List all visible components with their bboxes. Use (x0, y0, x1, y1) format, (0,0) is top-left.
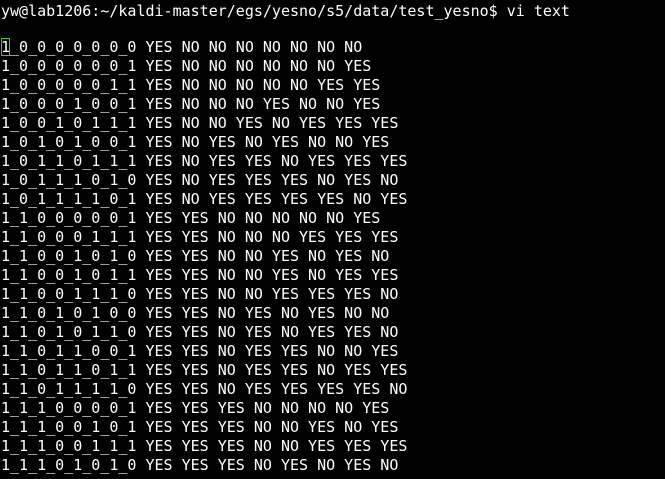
buffer-line: 1_1_0_0_1_0_1_1 YES YES NO NO YES NO YES… (1, 266, 399, 284)
buffer-line: 1_0_1_0_1_0_0_1 YES NO YES NO YES NO NO … (1, 133, 390, 151)
buffer-line: 1_1_1_0_0_1_0_1 YES YES YES NO NO YES NO… (1, 418, 399, 436)
buffer-line: 1_1_1_0_1_0_1_0 YES YES YES NO YES NO YE… (1, 456, 399, 474)
buffer-line: 1_1_0_0_1_0_1_0 YES YES NO NO YES NO YES… (1, 247, 390, 265)
buffer-line: 1_0_0_0_0_0_1_1 YES NO NO NO NO NO YES Y… (1, 76, 381, 94)
vi-buffer[interactable]: 1_0_0_0_0_0_0_0 YES NO NO NO NO NO NO NO… (1, 38, 407, 475)
buffer-line: 1_1_0_1_1_1_1_0 YES YES NO YES YES YES Y… (1, 380, 408, 398)
buffer-line: 1_1_0_1_1_0_1_1 YES YES NO YES YES NO YE… (1, 361, 408, 379)
buffer-line: 1_1_1_0_0_1_1_1 YES YES YES NO NO YES YE… (1, 437, 408, 455)
buffer-line-text: _0_0_0_0_0_0_0 YES NO NO NO NO NO NO NO (10, 38, 363, 56)
cursor: 1 (1, 38, 11, 56)
buffer-line: 1_0_1_1_1_1_0_1 YES NO YES YES YES YES N… (1, 190, 408, 208)
buffer-line: 1_0_0_0_0_0_0_0 YES NO NO NO NO NO NO NO (1, 38, 407, 57)
buffer-line: 1_0_1_1_1_0_1_0 YES NO YES YES YES NO YE… (1, 171, 399, 189)
buffer-line: 1_1_0_1_0_1_0_0 YES YES NO YES NO YES NO… (1, 304, 390, 322)
buffer-line: 1_0_0_0_1_0_0_1 YES NO NO NO YES NO NO Y… (1, 95, 381, 113)
buffer-line: 1_1_0_0_1_1_1_0 YES YES NO NO YES YES YE… (1, 285, 399, 303)
buffer-line: 1_1_0_0_0_1_1_1 YES YES NO NO NO YES YES… (1, 228, 399, 246)
shell-prompt-command: yw@lab1206:~/kaldi-master/egs/yesno/s5/d… (1, 2, 570, 20)
buffer-line: 1_1_0_1_1_0_0_1 YES YES NO YES YES NO NO… (1, 342, 399, 360)
buffer-line: 1_1_1_0_0_0_0_1 YES YES YES NO NO NO NO … (1, 399, 390, 417)
buffer-line: 1_0_0_1_0_1_1_1 YES NO NO YES NO YES YES… (1, 114, 399, 132)
buffer-line: 1_1_0_1_0_1_1_0 YES YES NO YES NO YES YE… (1, 323, 399, 341)
buffer-line: 1_0_0_0_0_0_0_1 YES NO NO NO NO NO NO YE… (1, 57, 372, 75)
buffer-line: 1_1_0_0_0_0_0_1 YES YES NO NO NO NO NO Y… (1, 209, 381, 227)
buffer-line: 1_0_1_1_0_1_1_1 YES NO YES YES NO YES YE… (1, 152, 408, 170)
terminal-window[interactable]: yw@lab1206:~/kaldi-master/egs/yesno/s5/d… (0, 0, 665, 479)
